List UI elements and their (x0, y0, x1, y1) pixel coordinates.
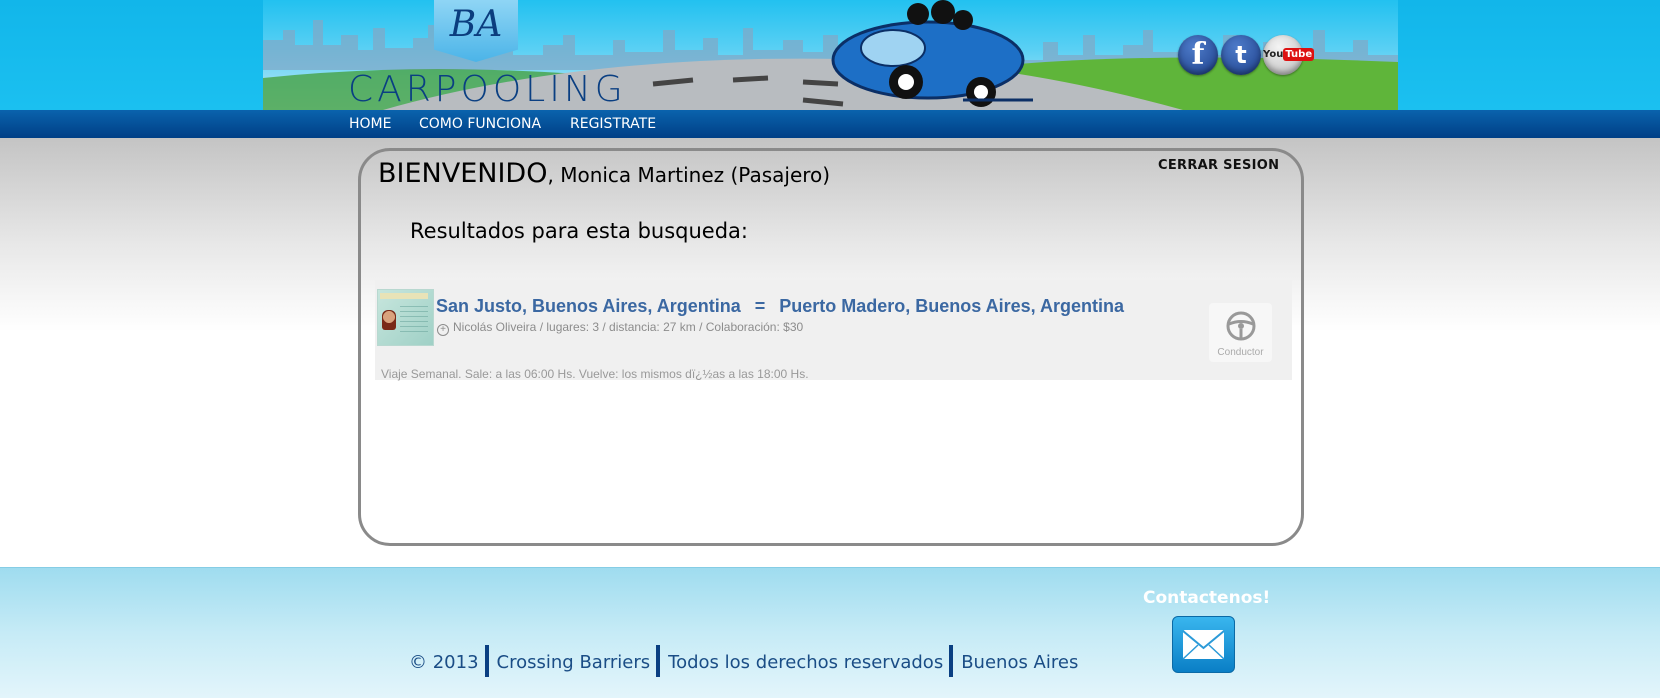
role-label: Conductor (1217, 347, 1264, 358)
copyright-year: 2013 (432, 652, 479, 673)
twitter-icon[interactable]: t (1221, 35, 1261, 75)
trip-arrow: = (754, 296, 766, 316)
nav-item-como-funciona[interactable]: COMO FUNCIONA (419, 116, 541, 132)
trip-description: Viaje Semanal. Sale: a las 06:00 Hs. Vue… (381, 367, 809, 381)
license-lines (400, 306, 428, 334)
youtube-you: You (1263, 49, 1284, 60)
driver-role-badge: Conductor (1209, 303, 1272, 362)
copyright-symbol: © (409, 652, 427, 673)
steering-wheel-icon (1226, 311, 1255, 341)
footer-rights: Todos los derechos reservados (668, 652, 944, 673)
plus-circle-icon[interactable]: + (437, 324, 449, 336)
main-nav: HOME COMO FUNCIONA REGISTRATE (0, 110, 1660, 138)
welcome-heading: BIENVENIDO, Monica Martinez (Pasajero) (378, 158, 830, 189)
trip-route-link[interactable]: San Justo, Buenos Aires, Argentina = Puert… (436, 296, 1124, 317)
nav-item-registrate[interactable]: REGISTRATE (570, 116, 656, 132)
results-title: Resultados para esta busqueda: (410, 219, 748, 243)
license-header (380, 293, 428, 299)
contact-mail-button[interactable] (1172, 616, 1235, 673)
facebook-icon[interactable]: f (1178, 35, 1218, 75)
driver-license-photo[interactable] (377, 289, 434, 346)
trip-info: + Nicolás Oliveira / lugares: 3 / distanc… (437, 320, 803, 336)
footer-separator (656, 645, 661, 677)
footer-copyright: © 2013 Crossing Barriers Todos los derecho… (409, 645, 1078, 677)
welcome-label: BIENVENIDO (378, 158, 548, 189)
logout-link[interactable]: CERRAR SESION (1158, 158, 1279, 173)
trip-destination: Puerto Madero, Buenos Aires, Argentina (779, 296, 1124, 316)
youtube-tube: Tube (1283, 48, 1315, 61)
footer-separator (484, 645, 489, 677)
contact-title: Contactenos! (1143, 588, 1271, 608)
footer (0, 567, 1660, 698)
youtube-icon[interactable]: You Tube (1263, 35, 1315, 75)
envelope-icon (1182, 630, 1225, 660)
footer-separator (949, 645, 954, 677)
nav-item-home[interactable]: HOME (349, 116, 391, 132)
logo-initials[interactable]: BA (440, 4, 512, 45)
driver-face (382, 310, 396, 330)
footer-company: Crossing Barriers (496, 652, 651, 673)
welcome-user: , Monica Martinez (Pasajero) (547, 163, 831, 187)
footer-city: Buenos Aires (961, 652, 1079, 673)
trip-origin: San Justo, Buenos Aires, Argentina (436, 296, 741, 316)
trip-info-text: Nicolás Oliveira / lugares: 3 / distanci… (453, 320, 804, 334)
logo-wordmark[interactable]: CARPOOLING (348, 69, 627, 110)
